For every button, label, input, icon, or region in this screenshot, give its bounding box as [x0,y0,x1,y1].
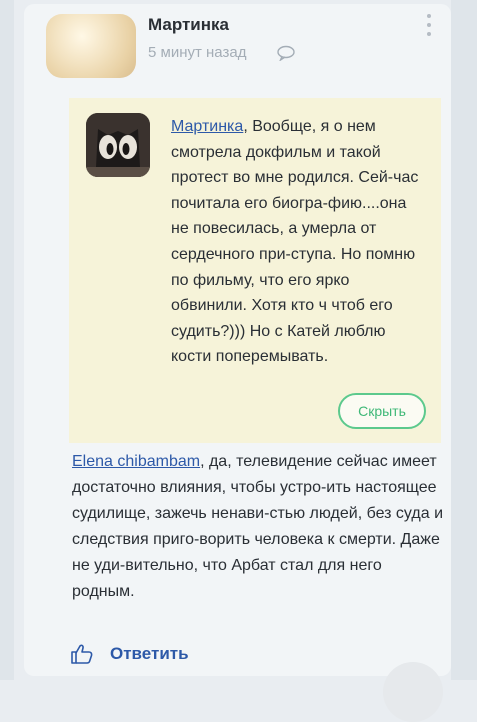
comment-text-body: , да, телевидение сейчас имеет достаточн… [72,453,443,600]
quoted-author-avatar[interactable] [86,113,150,177]
quoted-comment-text: Мартинка, Вообще, я о нем смотрела докфи… [171,114,421,370]
reply-label: Ответить [110,644,189,663]
comment-text: Elena chibambam, да, телевидение сейчас … [72,449,446,605]
quoted-author-link[interactable]: Мартинка [171,118,243,135]
comment-time: 5 минут назад [148,44,247,61]
speech-bubble-icon[interactable] [276,45,296,61]
kebab-menu-icon[interactable] [424,14,434,40]
quoted-text-body: , Вообще, я о нем смотрела докфильм и та… [171,118,419,366]
comment-author[interactable]: Мартинка [148,15,229,35]
page-background-right [451,0,477,680]
hide-button[interactable]: Скрыть [338,393,426,429]
page-background-left [0,0,14,680]
author-avatar[interactable] [46,14,136,78]
reply-button[interactable]: Ответить [70,642,189,666]
thumbs-up-icon [71,644,93,664]
reply-to-user-link[interactable]: Elena chibambam [72,453,200,470]
background-shape [383,662,443,722]
